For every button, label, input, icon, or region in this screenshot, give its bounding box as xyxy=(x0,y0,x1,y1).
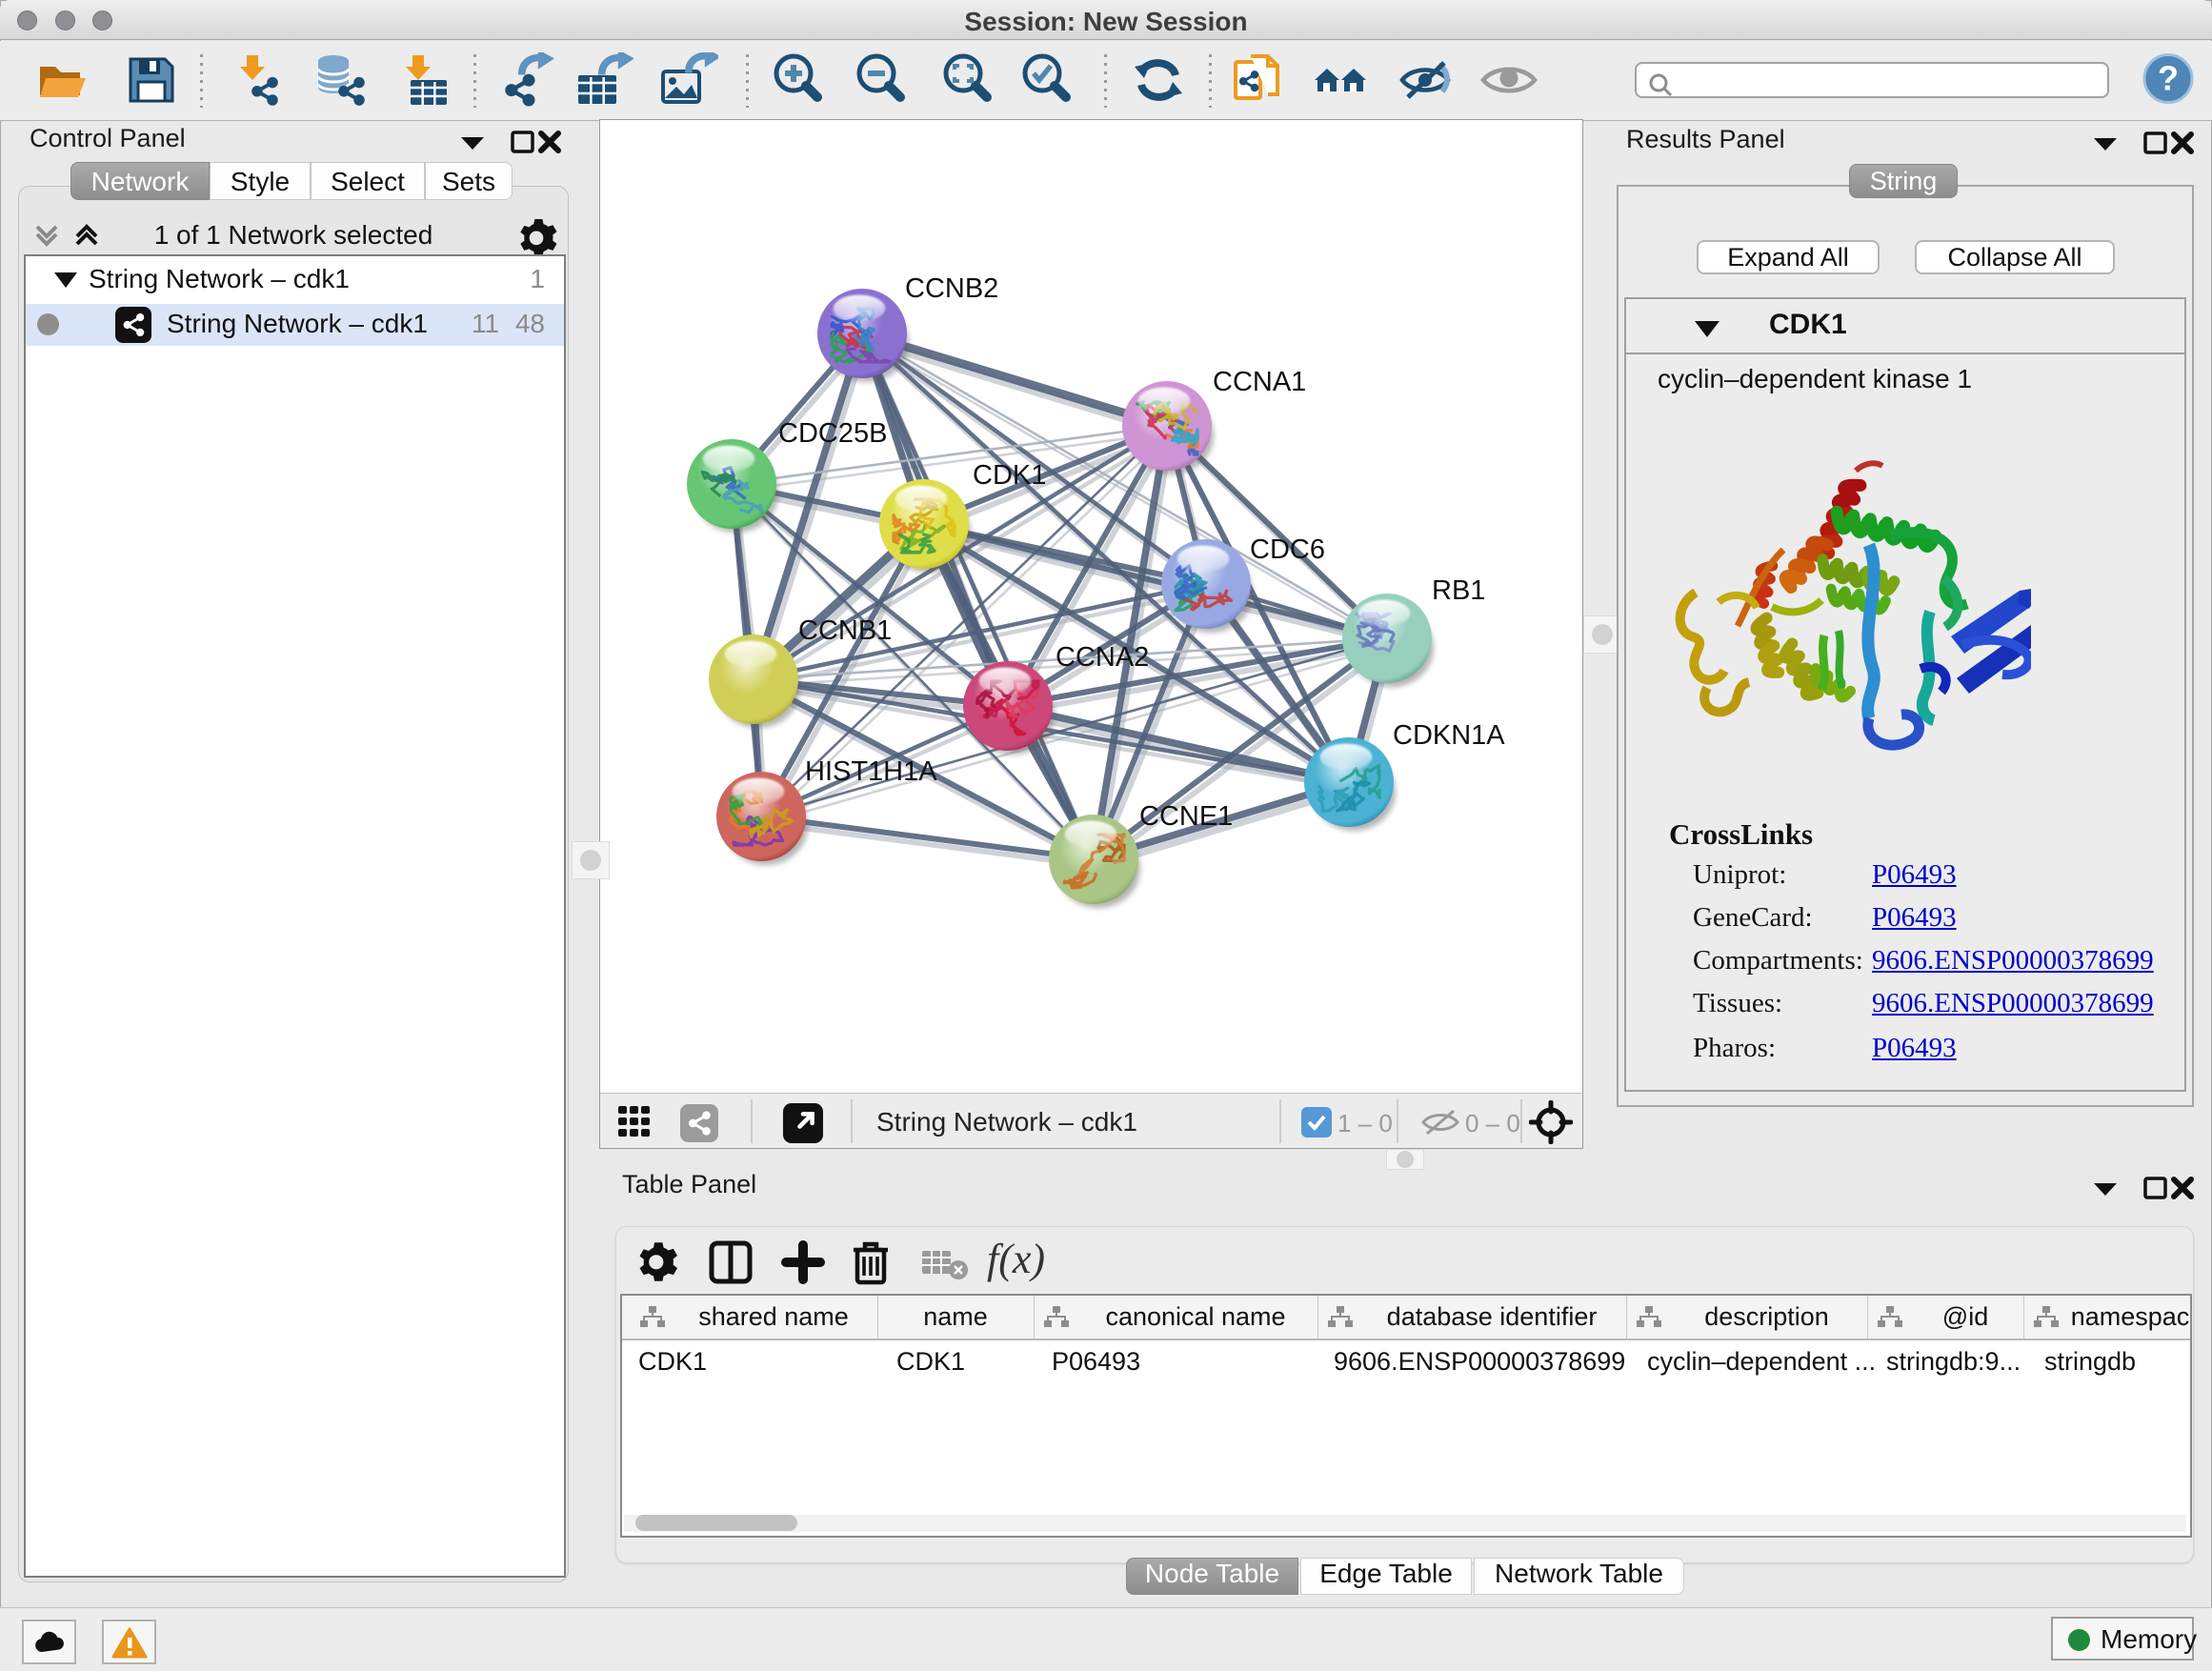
svg-text:CDKN1A: CDKN1A xyxy=(1393,720,1505,751)
svg-text:CCNB2: CCNB2 xyxy=(905,273,998,304)
svg-text:CCNA2: CCNA2 xyxy=(1056,642,1149,673)
svg-text:CCNE1: CCNE1 xyxy=(1139,801,1233,832)
svg-text:CDK1: CDK1 xyxy=(973,460,1046,491)
svg-text:CDC25B: CDC25B xyxy=(778,418,887,449)
svg-text:CCNB1: CCNB1 xyxy=(798,615,892,646)
svg-text:?: ? xyxy=(2158,58,2179,97)
svg-text:CCNA1: CCNA1 xyxy=(1213,367,1306,397)
svg-text:CDC6: CDC6 xyxy=(1250,534,1325,565)
svg-text:RB1: RB1 xyxy=(1432,575,1485,606)
svg-text:HIST1H1A: HIST1H1A xyxy=(805,756,937,787)
